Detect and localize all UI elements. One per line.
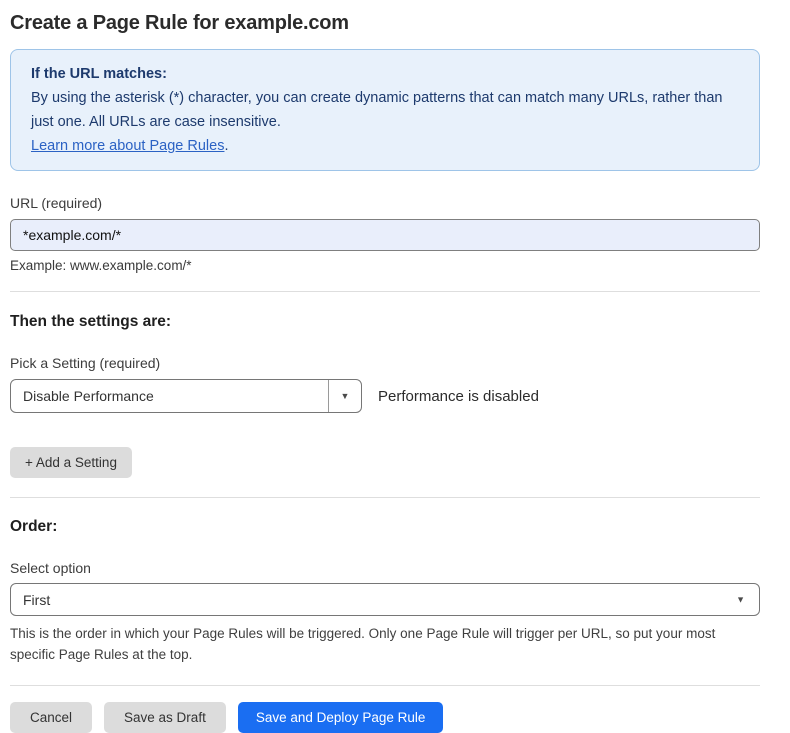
footer-actions: Cancel Save as Draft Save and Deploy Pag…: [10, 702, 760, 733]
pick-setting-label: Pick a Setting (required): [10, 355, 760, 371]
cancel-button[interactable]: Cancel: [10, 702, 92, 733]
order-select-label: Select option: [10, 560, 760, 576]
settings-section-heading: Then the settings are:: [10, 313, 760, 331]
save-and-deploy-button[interactable]: Save and Deploy Page Rule: [238, 702, 444, 733]
order-select[interactable]: First ▼: [10, 583, 760, 616]
learn-more-link[interactable]: Learn more about Page Rules: [31, 138, 224, 154]
create-page-rule-page: Create a Page Rule for example.com If th…: [0, 0, 790, 714]
info-box-body: By using the asterisk (*) character, you…: [31, 86, 739, 134]
chevron-down-icon: ▼: [341, 392, 350, 401]
divider: [10, 685, 760, 686]
add-setting-button[interactable]: + Add a Setting: [10, 447, 132, 478]
order-select-value: First: [23, 592, 50, 608]
info-box-link-line: Learn more about Page Rules.: [31, 134, 739, 158]
order-helper-text: This is the order in which your Page Rul…: [10, 623, 754, 665]
divider: [10, 497, 760, 498]
link-suffix-period: .: [224, 138, 228, 154]
url-example-helper: Example: www.example.com/*: [10, 258, 760, 273]
page-content: Create a Page Rule for example.com If th…: [10, 12, 760, 733]
setting-select-arrow-button[interactable]: ▼: [328, 380, 361, 412]
url-field-label: URL (required): [10, 195, 760, 211]
chevron-down-icon: ▼: [736, 595, 745, 604]
order-section-heading: Order:: [10, 518, 760, 536]
save-as-draft-button[interactable]: Save as Draft: [104, 702, 226, 733]
page-title: Create a Page Rule for example.com: [10, 12, 760, 35]
url-input[interactable]: [10, 219, 760, 251]
info-box-heading: If the URL matches:: [31, 62, 739, 86]
url-match-info-box: If the URL matches: By using the asteris…: [10, 49, 760, 171]
divider: [10, 291, 760, 292]
setting-select-value: Disable Performance: [11, 380, 328, 412]
setting-row: Disable Performance ▼ Performance is dis…: [10, 379, 760, 413]
setting-status-text: Performance is disabled: [378, 388, 539, 405]
setting-select[interactable]: Disable Performance ▼: [10, 379, 362, 413]
